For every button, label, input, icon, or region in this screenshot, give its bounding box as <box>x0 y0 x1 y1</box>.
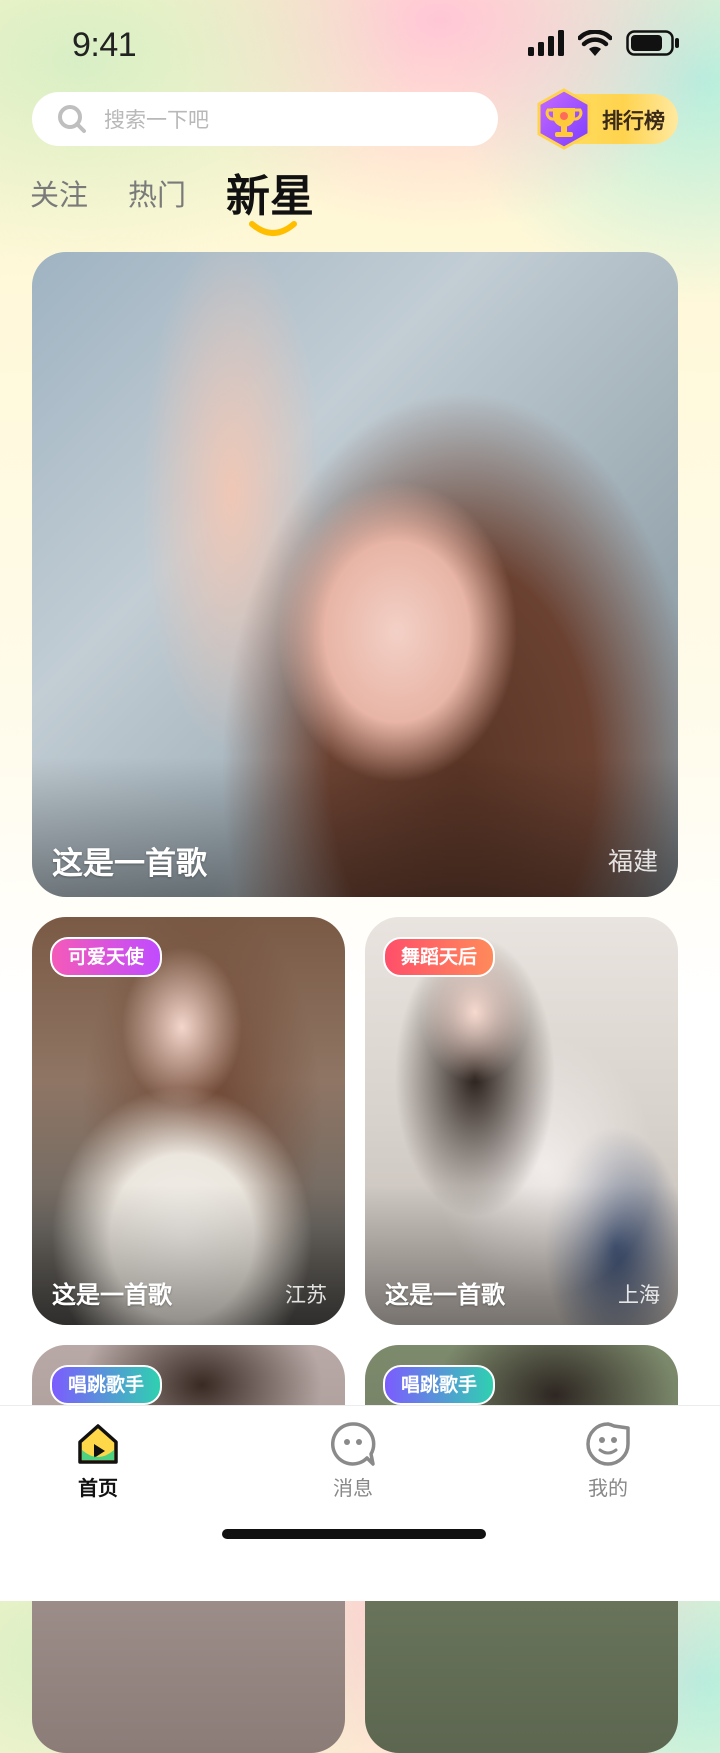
nav-profile-label: 我的 <box>588 1476 628 1500</box>
battery-icon <box>626 30 679 56</box>
active-tab-indicator <box>249 221 297 236</box>
card-tag: 可爱天使 <box>50 937 163 977</box>
card-tag: 唱跳歌手 <box>383 1365 496 1405</box>
tab-hot[interactable]: 热门 <box>128 172 186 214</box>
card-title: 这是一首歌 <box>52 1281 172 1309</box>
status-time: 9:41 <box>72 26 137 64</box>
search-icon <box>58 105 86 133</box>
search-placeholder: 搜索一下吧 <box>104 108 209 132</box>
featured-title: 这是一首歌 <box>52 846 207 882</box>
card-location: 上海 <box>618 1283 660 1307</box>
home-indicator <box>222 1529 486 1539</box>
card-location: 江苏 <box>285 1283 327 1307</box>
card-title: 这是一首歌 <box>385 1281 505 1309</box>
bottom-nav: 首页 消息 我的 <box>0 1405 720 1601</box>
status-icons <box>528 30 680 56</box>
message-icon <box>330 1422 376 1466</box>
ranking-label: 排行榜 <box>602 109 665 133</box>
tab-new-star[interactable]: 新星 <box>226 160 314 224</box>
profile-icon <box>586 1422 630 1466</box>
nav-messages-label: 消息 <box>333 1476 373 1500</box>
tab-follow[interactable]: 关注 <box>30 172 88 214</box>
signal-icon <box>528 30 564 56</box>
trophy-icon <box>537 88 591 150</box>
card-tag: 唱跳歌手 <box>50 1365 163 1405</box>
featured-location: 福建 <box>607 847 658 876</box>
featured-card[interactable]: 这是一首歌 福建 <box>32 252 678 897</box>
status-bar: 9:41 <box>0 0 720 90</box>
ranking-button[interactable]: 排行榜 <box>537 88 678 150</box>
wifi-icon <box>578 30 612 56</box>
grid-card[interactable]: 可爱天使 这是一首歌 江苏 <box>32 917 345 1325</box>
card-tag: 舞蹈天后 <box>383 937 496 977</box>
search-bar[interactable]: 搜索一下吧 <box>32 92 498 146</box>
nav-home-label: 首页 <box>78 1476 118 1500</box>
home-icon <box>78 1424 118 1464</box>
grid-card[interactable]: 舞蹈天后 这是一首歌 上海 <box>365 917 678 1325</box>
